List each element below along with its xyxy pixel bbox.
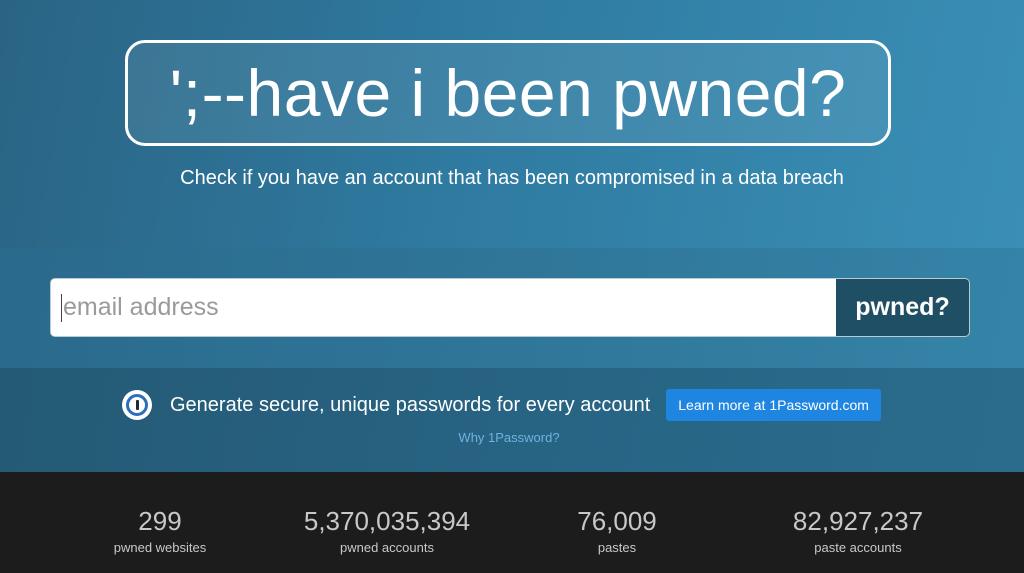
text-caret <box>61 294 62 322</box>
site-logo-box[interactable]: ';--have i been pwned? <box>125 40 891 146</box>
stat-paste-accounts: 82,927,237 paste accounts <box>778 506 938 557</box>
stat-value: 299 <box>138 506 182 536</box>
stat-value: 76,009 <box>577 506 657 536</box>
stat-value: 82,927,237 <box>792 506 924 536</box>
stat-value: 5,370,035,394 <box>303 506 471 536</box>
promo-row: Generate secure, unique passwords for ev… <box>122 389 881 421</box>
pwned-button[interactable]: pwned? <box>836 279 969 336</box>
1password-icon <box>122 390 152 420</box>
stat-label: paste accounts <box>814 540 902 555</box>
stat-pwned-accounts: 5,370,035,394 pwned accounts <box>287 506 487 557</box>
stat-pastes: 76,009 pastes <box>557 506 677 557</box>
tagline: Check if you have an account that has be… <box>180 167 844 189</box>
why-1password-link[interactable]: Why 1Password? <box>0 430 1018 445</box>
email-input[interactable] <box>51 279 836 336</box>
search-form: pwned? <box>50 278 970 337</box>
stat-label: pwned websites <box>113 540 207 555</box>
hero-section: ';--have i been pwned? Check if you have… <box>0 0 1024 248</box>
stat-label: pastes <box>597 540 637 555</box>
site-title: ';--have i been pwned? <box>169 56 847 130</box>
stat-label: pwned accounts <box>340 540 434 555</box>
learn-more-button[interactable]: Learn more at 1Password.com <box>666 389 881 421</box>
promo-text: Generate secure, unique passwords for ev… <box>170 393 651 416</box>
stat-pwned-websites: 299 pwned websites <box>100 506 220 557</box>
